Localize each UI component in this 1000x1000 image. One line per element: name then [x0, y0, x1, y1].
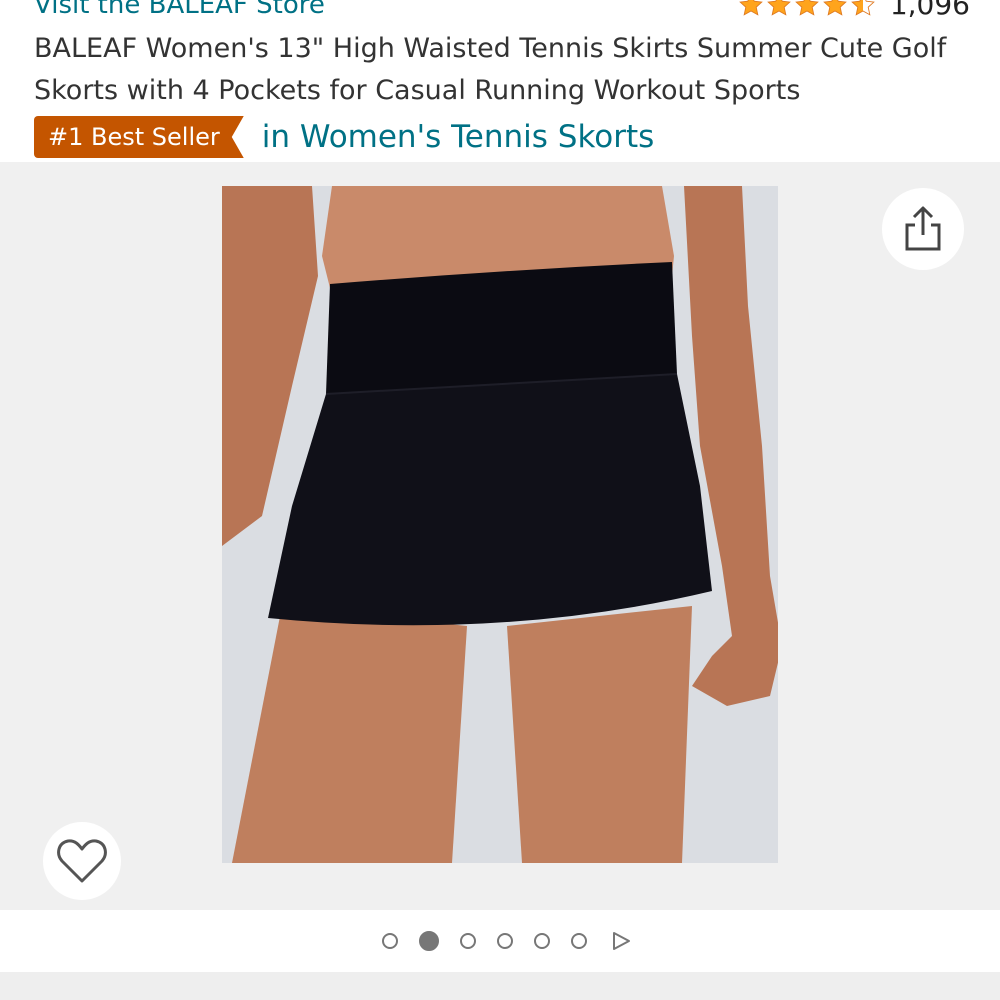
star-icon: [766, 0, 791, 16]
favorite-button[interactable]: [43, 822, 121, 900]
product-title: BALEAF Women's 13" High Waisted Tennis S…: [34, 33, 947, 106]
pagination-dot[interactable]: [497, 933, 513, 949]
best-seller-row[interactable]: #1 Best Seller in Women's Tennis Skorts: [34, 116, 654, 158]
heart-outline-icon: [57, 839, 107, 883]
pagination-dot[interactable]: [460, 933, 476, 949]
rating-count[interactable]: 1,096: [890, 0, 970, 21]
product-image-gallery[interactable]: [0, 162, 1000, 910]
pagination-dot[interactable]: [534, 933, 550, 949]
star-half-icon: [850, 0, 875, 16]
star-icon: [822, 0, 847, 16]
product-image[interactable]: [222, 186, 778, 863]
pagination-dot[interactable]: [382, 933, 398, 949]
share-button[interactable]: [882, 188, 964, 270]
best-seller-badge[interactable]: #1 Best Seller: [34, 116, 244, 158]
pagination-dot[interactable]: [571, 933, 587, 949]
divider: [0, 972, 1000, 1000]
star-icon: [794, 0, 819, 16]
rating[interactable]: 1,096: [738, 0, 970, 21]
play-icon[interactable]: [610, 930, 632, 952]
best-seller-category-link[interactable]: in Women's Tennis Skorts: [262, 119, 655, 155]
pagination-dot-active[interactable]: [419, 931, 439, 951]
share-icon: [905, 206, 941, 251]
image-pagination: [0, 910, 1000, 972]
star-rating: [738, 0, 876, 18]
store-link[interactable]: Visit the BALEAF Store: [34, 0, 325, 20]
star-icon: [738, 0, 763, 16]
